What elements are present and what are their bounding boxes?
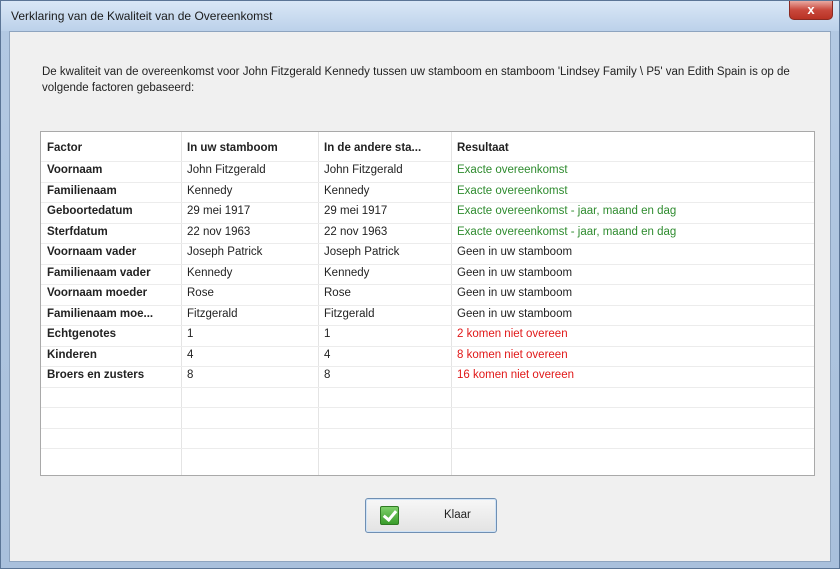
cell-factor: Voornaam: [47, 164, 103, 176]
close-button[interactable]: x: [789, 1, 833, 20]
cell-your-tree: Kennedy: [187, 184, 233, 197]
row-divider: [41, 263, 814, 265]
cell-your-tree: Kennedy: [187, 266, 233, 279]
cell-result: 16 komen niet overeen: [457, 369, 574, 381]
row-divider: [41, 407, 814, 408]
cell-other-tree: 8: [324, 369, 331, 381]
row-divider: [41, 181, 814, 183]
cell-other-tree: Kennedy: [324, 266, 370, 279]
cell-your-tree: 1: [187, 328, 194, 340]
cell-result: Geen in uw stamboom: [457, 246, 573, 258]
cell-other-tree: John Fitzgerald: [324, 164, 403, 176]
row-divider: [41, 448, 814, 449]
cell-factor: Broers en zusters: [47, 369, 145, 381]
cell-your-tree: 22 nov 1963: [187, 225, 251, 238]
cell-result: Exacte overeenkomst: [457, 164, 568, 176]
cell-other-tree: 22 nov 1963: [324, 225, 388, 238]
cell-your-tree: 29 mei 1917: [187, 205, 251, 217]
header-other-tree[interactable]: In de andere sta...: [324, 142, 421, 154]
cell-your-tree: Joseph Patrick: [187, 246, 263, 258]
checkmark-icon: [380, 506, 399, 525]
row-divider: [41, 427, 814, 429]
dialog-window: Verklaring van de Kwaliteit van de Overe…: [0, 0, 840, 569]
cell-other-tree: 4: [324, 348, 331, 361]
cell-result: Exacte overeenkomst - jaar, maand en dag: [457, 225, 677, 238]
cell-result: Exacte overeenkomst - jaar, maand en dag: [457, 205, 677, 217]
cell-your-tree: 4: [187, 348, 194, 361]
cell-factor: Kinderen: [47, 348, 97, 361]
cell-other-tree: 29 mei 1917: [324, 205, 388, 217]
cell-factor: Voornaam vader: [47, 246, 137, 258]
column-divider: [451, 132, 452, 475]
header-result[interactable]: Resultaat: [457, 142, 509, 154]
row-divider: [41, 243, 814, 244]
cell-factor: Geboortedatum: [47, 205, 133, 217]
cell-your-tree: 8: [187, 369, 194, 381]
row-divider: [41, 304, 814, 306]
cell-other-tree: Joseph Patrick: [324, 246, 400, 258]
cell-factor: Familienaam vader: [47, 266, 151, 279]
column-divider: [181, 132, 182, 475]
cell-your-tree: Fitzgerald: [187, 307, 238, 320]
cell-your-tree: Rose: [187, 287, 214, 299]
row-divider: [41, 202, 814, 203]
factor-table: Factor In uw stamboom In de andere sta..…: [40, 131, 815, 476]
cell-result: Geen in uw stamboom: [457, 307, 573, 320]
cell-other-tree: 1: [324, 328, 331, 340]
done-button-label: Klaar: [444, 509, 471, 521]
cell-factor: Voornaam moeder: [47, 287, 148, 299]
cell-other-tree: Rose: [324, 287, 351, 299]
cell-other-tree: Kennedy: [324, 184, 370, 197]
cell-factor: Echtgenotes: [47, 328, 117, 340]
cell-result: 2 komen niet overeen: [457, 328, 568, 340]
row-divider: [41, 345, 814, 347]
row-divider: [41, 386, 814, 388]
cell-factor: Familienaam moe...: [47, 307, 154, 320]
cell-factor: Familienaam: [47, 184, 117, 197]
column-divider: [318, 132, 319, 475]
header-your-tree[interactable]: In uw stamboom: [187, 142, 278, 154]
title-bar[interactable]: Verklaring van de Kwaliteit van de Overe…: [1, 1, 839, 31]
cell-factor: Sterfdatum: [47, 225, 108, 238]
cell-your-tree: John Fitzgerald: [187, 164, 266, 176]
window-title: Verklaring van de Kwaliteit van de Overe…: [11, 9, 273, 23]
done-button[interactable]: Klaar: [365, 498, 497, 533]
dialog-body: De kwaliteit van de overeenkomst voor Jo…: [9, 31, 831, 562]
row-divider: [41, 284, 814, 285]
cell-result: 8 komen niet overeen: [457, 348, 568, 361]
row-divider: [41, 325, 814, 326]
header-factor[interactable]: Factor: [47, 142, 82, 154]
row-divider: [41, 222, 814, 224]
row-divider: [41, 161, 814, 162]
cell-result: Exacte overeenkomst: [457, 184, 568, 197]
intro-text: De kwaliteit van de overeenkomst voor Jo…: [42, 66, 790, 94]
cell-result: Geen in uw stamboom: [457, 266, 573, 279]
cell-other-tree: Fitzgerald: [324, 307, 375, 320]
row-divider: [41, 366, 814, 367]
cell-result: Geen in uw stamboom: [457, 287, 573, 299]
close-icon: x: [807, 2, 815, 17]
